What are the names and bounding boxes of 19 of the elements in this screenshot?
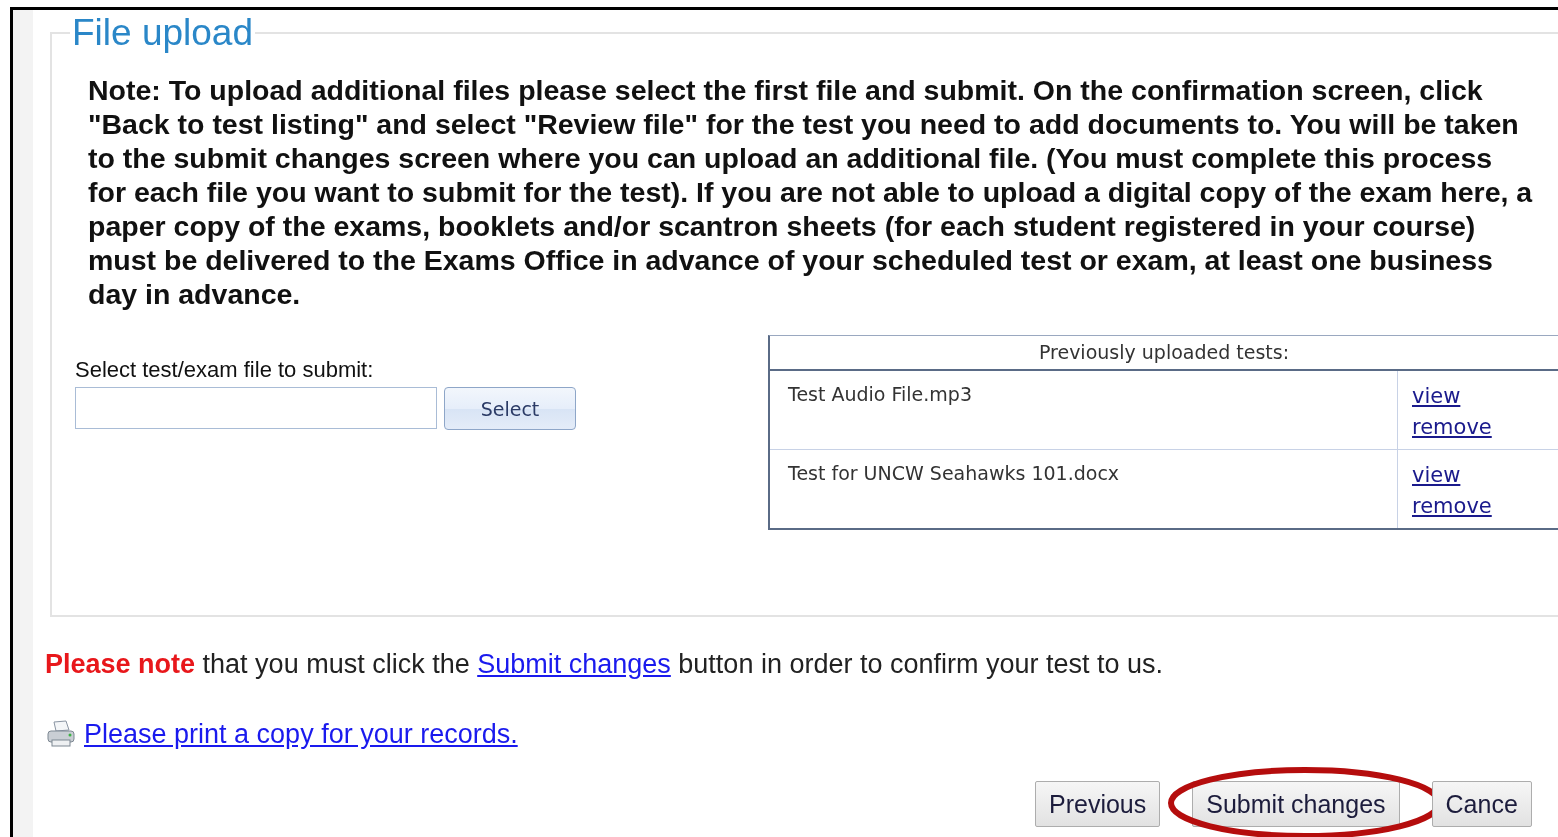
notice-text: Please note that you must click the Submit changes button in order to confirm your test to us. — [45, 648, 1165, 681]
action-link[interactable]: view — [1412, 381, 1461, 412]
file-name-cell: Test for UNCW Seahawks 101.docx — [770, 450, 1398, 528]
note-text: Note: To upload additional files please select the first file and submit. On the confirmation screen, click "Back to test listing" and select "Review file" for the test you need to add documents to. You will be taken to the submit changes screen where you can upload an additional file. (You must complete this process for each file you want to submit for the test). If you are not able to upload a digital copy of the exam here, a paper copy of the exams, booklets and/or scantron sheets (for each student registered in your course) must be delivered to the Exams Office in advance of your scheduled test or exam, at least one business day in advance. — [88, 73, 1534, 311]
file-input[interactable] — [75, 387, 437, 429]
printer-icon — [46, 720, 76, 748]
table-header: Previously uploaded tests: — [770, 336, 1558, 371]
select-button[interactable]: Select — [444, 387, 576, 430]
footer-button[interactable]: Cance — [1431, 781, 1532, 827]
print-link[interactable]: Please print a copy for your records. — [84, 717, 518, 751]
file-name-cell: Test Audio File.mp3 — [770, 371, 1398, 449]
section-legend: File upload — [70, 13, 255, 53]
footer-button[interactable]: Submit changes — [1192, 781, 1400, 827]
action-link[interactable]: remove — [1412, 491, 1492, 522]
action-link[interactable]: view — [1412, 460, 1461, 491]
footer-button[interactable]: Previous — [1035, 781, 1161, 827]
action-link[interactable]: remove — [1412, 412, 1492, 443]
file-select-label: Select test/exam file to submit: — [75, 356, 375, 384]
submit-changes-link[interactable]: Submit changes — [477, 649, 671, 679]
